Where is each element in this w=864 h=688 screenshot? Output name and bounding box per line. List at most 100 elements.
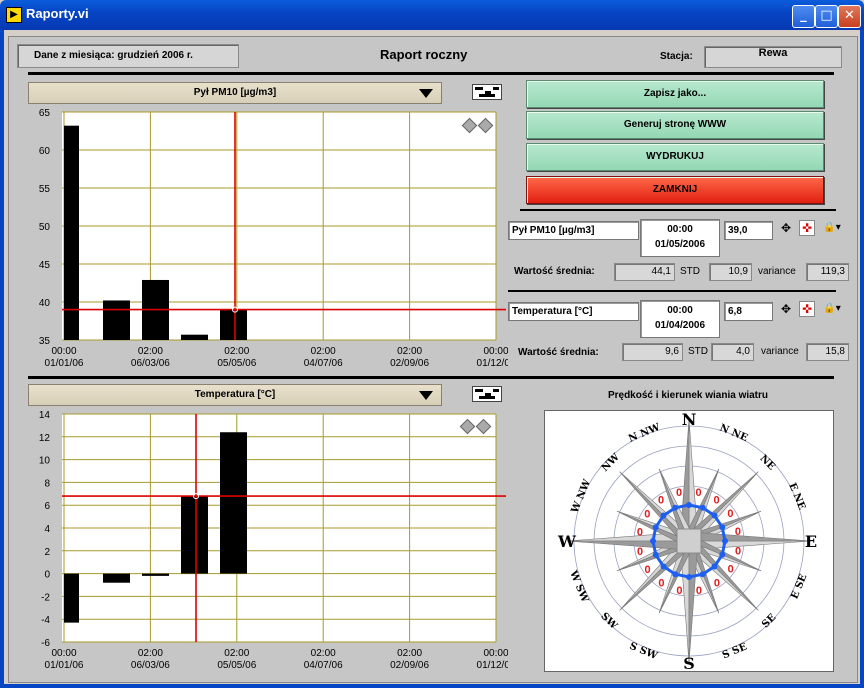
cursor-style-icon[interactable]: ✜: [799, 301, 815, 317]
maximize-button[interactable]: □: [815, 5, 838, 28]
wind-direction-label: W NW: [569, 477, 593, 515]
month-indicator: Dane z miesiąca: grudzień 2006 r.: [17, 44, 239, 68]
y-tick-label: 10: [39, 456, 51, 467]
station-value: Rewa: [704, 46, 842, 68]
y-tick-label: 6: [44, 501, 50, 512]
y-tick-label: 50: [39, 222, 51, 233]
cursor2-variance: 15,8: [806, 343, 849, 361]
y-tick-label: 55: [39, 184, 51, 195]
x-tick-time: 02:00: [138, 346, 163, 357]
y-tick-label: 14: [39, 410, 51, 421]
wind-speed-point: [722, 538, 728, 544]
cursor-style-icon[interactable]: ✜: [799, 220, 815, 236]
wind-speed-point: [672, 571, 679, 578]
x-tick-time: 02:00: [138, 648, 163, 659]
generate-www-button[interactable]: Generuj stronę WWW: [526, 111, 824, 139]
x-tick-date: 01/01/06: [45, 660, 84, 671]
wind-speed-point: [711, 563, 718, 570]
plot-legend-icon[interactable]: [472, 386, 502, 402]
wind-speed-point: [672, 504, 679, 511]
y-tick-label: -4: [41, 615, 50, 626]
cursor1-avg: 44,1: [614, 263, 675, 281]
y-tick-label: 12: [39, 433, 51, 444]
cursor1-datetime: 00:00 01/05/2006: [640, 219, 720, 257]
x-tick-time: 02:00: [311, 648, 336, 659]
y-tick-label: 2: [44, 547, 50, 558]
print-button[interactable]: WYDRUKUJ: [526, 143, 824, 171]
wind-speed-label: 0: [735, 546, 741, 558]
middle-divider: [28, 376, 834, 379]
cursor1-avg-label: Wartość średnia:: [514, 266, 595, 277]
header-divider: [28, 72, 834, 75]
y-tick-label: 60: [39, 146, 51, 157]
pm10-chart[interactable]: 00:0001/01/0602:0006/03/0602:0005/05/060…: [28, 104, 508, 376]
wind-speed-label: 0: [735, 526, 741, 538]
wind-direction-label: NE: [757, 453, 777, 473]
wind-direction-label: NW: [600, 451, 623, 474]
cursor2-value: 6,8: [724, 302, 773, 321]
wind-direction-label: W: [557, 532, 577, 551]
cursor1-divider: [520, 209, 836, 211]
wind-speed-label: 0: [637, 546, 643, 558]
wind-direction-label: N NE: [718, 423, 750, 445]
wind-title: Prędkość i kierunek wiania wiatru: [607, 390, 769, 401]
top-chart-selector[interactable]: Pył PM10 [µg/m3]: [28, 82, 442, 104]
x-tick-time: 02:00: [311, 346, 336, 357]
bar: [181, 496, 208, 574]
cursor-move-icon[interactable]: ✥: [779, 302, 793, 316]
wind-direction-label: S SW: [628, 641, 660, 663]
compass-ray: [688, 540, 699, 664]
cursor-move-icon[interactable]: ✥: [779, 221, 793, 235]
x-tick-time: 02:00: [397, 346, 422, 357]
bar: [220, 432, 247, 574]
save-as-button[interactable]: Zapisz jako...: [526, 80, 824, 108]
close-button[interactable]: ZAMKNIJ: [526, 176, 824, 204]
compass-ray: [566, 540, 690, 551]
cursor1-value: 39,0: [724, 221, 773, 240]
wind-speed-point: [660, 512, 667, 519]
wind-speed-label: 0: [644, 508, 650, 520]
bottom-chart-selector[interactable]: Temperatura [°C]: [28, 384, 442, 406]
cursor-lock-icon[interactable]: 🔒▾: [820, 221, 844, 235]
wind-rose: 0000000000000000NN NE NE E NE E E SE SE S SE S S…: [544, 410, 834, 672]
wind-speed-point: [719, 524, 726, 531]
wind-speed-label: 0: [728, 564, 734, 576]
cursor2-var-label: variance: [761, 346, 799, 357]
close-window-button[interactable]: ✕: [838, 5, 861, 28]
minimize-button[interactable]: _: [792, 5, 815, 28]
wind-speed-point: [699, 504, 706, 511]
x-tick-date: 01/12/06: [477, 358, 508, 369]
wind-speed-point: [650, 538, 656, 544]
cursor2-time: 00:00: [667, 305, 693, 316]
wind-speed-point: [699, 571, 706, 578]
x-tick-date: 02/09/06: [390, 358, 429, 369]
plot-legend-icon[interactable]: [472, 84, 502, 100]
chevron-down-icon: [419, 391, 433, 400]
wind-speed-label: 0: [727, 508, 733, 520]
x-tick-date: 05/05/06: [217, 660, 256, 671]
wind-speed-label: 0: [714, 577, 720, 589]
cursor1-std-label: STD: [680, 266, 700, 277]
wind-speed-label: 0: [644, 564, 650, 576]
bottom-chart-selector-label: Temperatura [°C]: [194, 389, 276, 400]
x-tick-time: 02:00: [397, 648, 422, 659]
labview-app-icon: ▶: [6, 7, 22, 23]
x-tick-time: 02:00: [224, 346, 249, 357]
wind-speed-label: 0: [676, 585, 682, 597]
cursor1-std: 10,9: [709, 263, 752, 281]
cursor2-name: Temperatura [°C]: [508, 302, 639, 321]
wind-direction-label: E NE: [786, 481, 807, 511]
wind-speed-label: 0: [695, 487, 701, 499]
y-tick-label: 4: [44, 524, 50, 535]
title-bar: ▶ Raporty.vi _ □ ✕: [0, 0, 864, 30]
x-tick-date: 05/05/06: [217, 358, 256, 369]
y-tick-label: 8: [44, 478, 50, 489]
x-tick-date: 04/07/06: [304, 358, 343, 369]
cursor-lock-icon[interactable]: 🔒▾: [820, 302, 844, 316]
temperature-chart[interactable]: 00:0001/01/0602:0006/03/0602:0005/05/060…: [28, 406, 508, 678]
wind-speed-point: [719, 551, 726, 558]
cursor1-name: Pył PM10 [µg/m3]: [508, 221, 639, 240]
x-tick-date: 01/01/06: [45, 358, 84, 369]
x-tick-time: 02:00: [224, 648, 249, 659]
x-tick-date: 06/03/06: [131, 660, 170, 671]
